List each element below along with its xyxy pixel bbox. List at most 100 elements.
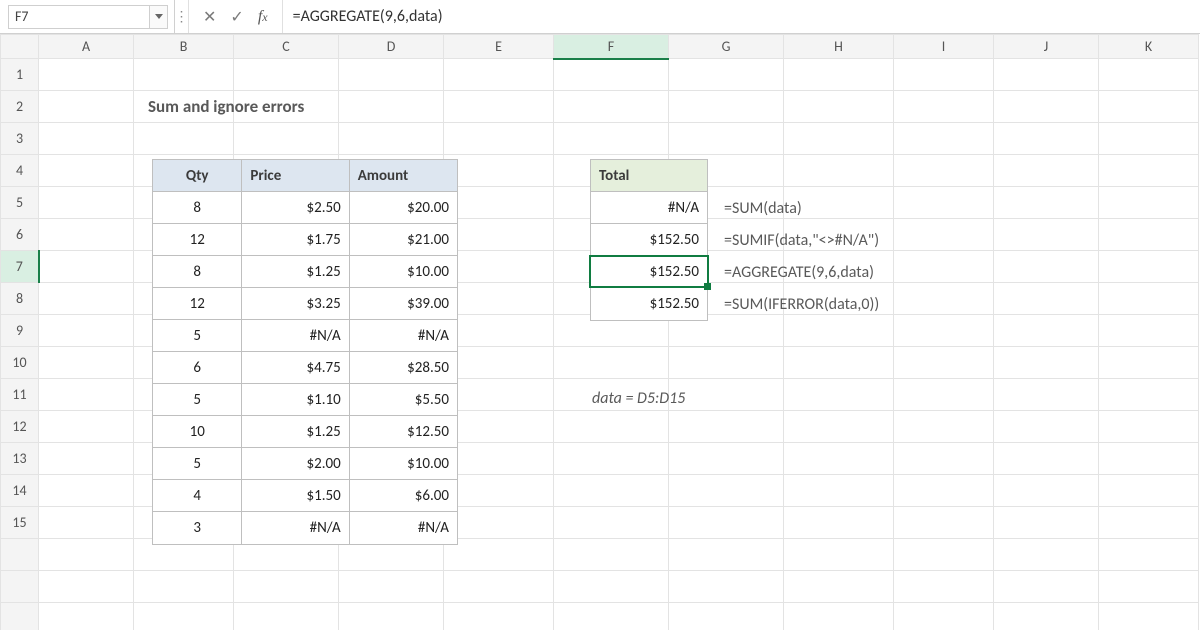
cell-price[interactable]: $2.00 bbox=[242, 448, 349, 480]
table-row[interactable]: 5$2.00$10.00 bbox=[153, 448, 457, 480]
cell-price[interactable]: $1.25 bbox=[242, 256, 349, 288]
col-head-F[interactable]: F bbox=[554, 35, 669, 59]
row-head-4[interactable]: 4 bbox=[1, 155, 39, 187]
table-row[interactable]: 12$1.75$21.00 bbox=[153, 224, 457, 256]
row-head-6[interactable]: 6 bbox=[1, 219, 39, 251]
col-head-B[interactable]: B bbox=[134, 35, 234, 59]
row-head-2[interactable]: 2 bbox=[1, 91, 39, 123]
row-head-3[interactable]: 3 bbox=[1, 123, 39, 155]
cell-amount[interactable]: #N/A bbox=[350, 512, 457, 544]
table-row[interactable]: 8$1.25$10.00 bbox=[153, 256, 457, 288]
cell-amount[interactable]: $5.50 bbox=[350, 384, 457, 416]
cell-price[interactable]: $1.10 bbox=[242, 384, 349, 416]
totals-row[interactable]: $152.50 bbox=[591, 224, 707, 256]
row-head-9[interactable]: 9 bbox=[1, 315, 39, 347]
table-row[interactable]: 6$4.75$28.50 bbox=[153, 352, 457, 384]
table-row[interactable]: 5#N/A#N/A bbox=[153, 320, 457, 352]
sheet-title: Sum and ignore errors bbox=[148, 96, 304, 117]
totals-row[interactable]: $152.50 bbox=[591, 288, 707, 320]
cell-total[interactable]: $152.50 bbox=[591, 224, 707, 256]
col-head-I[interactable]: I bbox=[894, 35, 994, 59]
col-head-A[interactable]: A bbox=[39, 35, 134, 59]
formula-bar: F7 ⋮ ✕ ✓ fx =AGGREGATE(9,6,data) bbox=[0, 0, 1200, 34]
hdr-qty: Qty bbox=[153, 160, 242, 192]
cell-price[interactable]: $1.75 bbox=[242, 224, 349, 256]
cell-qty[interactable]: 8 bbox=[153, 256, 242, 288]
cell-qty[interactable]: 12 bbox=[153, 224, 242, 256]
table-row[interactable]: 3#N/A#N/A bbox=[153, 512, 457, 544]
cell-price[interactable]: $1.50 bbox=[242, 480, 349, 512]
fx-icon[interactable]: fx bbox=[258, 8, 268, 26]
cell-amount[interactable]: $10.00 bbox=[350, 256, 457, 288]
range-note: data = D5:D15 bbox=[592, 389, 685, 408]
hdr-amount: Amount bbox=[350, 160, 457, 192]
row-head-12[interactable]: 12 bbox=[1, 411, 39, 443]
row-head-10[interactable]: 10 bbox=[1, 347, 39, 379]
col-head-G[interactable]: G bbox=[669, 35, 784, 59]
row-head-17[interactable] bbox=[1, 571, 39, 603]
formula-input[interactable]: =AGGREGATE(9,6,data) bbox=[283, 0, 1200, 33]
row-head-8[interactable]: 8 bbox=[1, 283, 39, 315]
row-head-15[interactable]: 15 bbox=[1, 507, 39, 539]
totals-row[interactable]: #N/A bbox=[591, 192, 707, 224]
name-box[interactable]: F7 bbox=[8, 5, 150, 29]
col-head-D[interactable]: D bbox=[339, 35, 444, 59]
name-box-dropdown[interactable] bbox=[150, 5, 168, 29]
col-head-H[interactable]: H bbox=[784, 35, 894, 59]
cell-total[interactable]: $152.50 bbox=[591, 256, 707, 288]
cell-total[interactable]: #N/A bbox=[591, 192, 707, 224]
table-row[interactable]: 4$1.50$6.00 bbox=[153, 480, 457, 512]
cell-price[interactable]: $3.25 bbox=[242, 288, 349, 320]
table-row[interactable]: 12$3.25$39.00 bbox=[153, 288, 457, 320]
cell-qty[interactable]: 12 bbox=[153, 288, 242, 320]
cell-price[interactable]: $2.50 bbox=[242, 192, 349, 224]
cell-amount[interactable]: $39.00 bbox=[350, 288, 457, 320]
col-head-K[interactable]: K bbox=[1099, 35, 1199, 59]
formula-label: =SUM(data) bbox=[724, 192, 879, 224]
cell-amount[interactable]: $6.00 bbox=[350, 480, 457, 512]
cell-price[interactable]: #N/A bbox=[242, 320, 349, 352]
totals-table: Total #N/A$152.50$152.50$152.50 bbox=[590, 159, 708, 321]
table-row[interactable]: 8$2.50$20.00 bbox=[153, 192, 457, 224]
cell-amount[interactable]: $21.00 bbox=[350, 224, 457, 256]
cell-qty[interactable]: 5 bbox=[153, 384, 242, 416]
row-head-11[interactable]: 11 bbox=[1, 379, 39, 411]
table-row[interactable]: 5$1.10$5.50 bbox=[153, 384, 457, 416]
col-head-J[interactable]: J bbox=[994, 35, 1099, 59]
cell-amount[interactable]: $10.00 bbox=[350, 448, 457, 480]
cell-qty[interactable]: 8 bbox=[153, 192, 242, 224]
row-head-16[interactable] bbox=[1, 539, 39, 571]
select-all-corner[interactable] bbox=[1, 35, 39, 59]
cell-qty[interactable]: 5 bbox=[153, 320, 242, 352]
row-head-5[interactable]: 5 bbox=[1, 187, 39, 219]
cell-qty[interactable]: 3 bbox=[153, 512, 242, 544]
cell-amount[interactable]: #N/A bbox=[350, 320, 457, 352]
row-head-7[interactable]: 7 bbox=[1, 251, 39, 283]
formula-label: =SUM(IFERROR(data,0)) bbox=[724, 288, 879, 320]
row-head-1[interactable]: 1 bbox=[1, 59, 39, 91]
cell-amount[interactable]: $12.50 bbox=[350, 416, 457, 448]
totals-row[interactable]: $152.50 bbox=[591, 256, 707, 288]
enter-icon[interactable]: ✓ bbox=[230, 7, 243, 27]
row-head-13[interactable]: 13 bbox=[1, 443, 39, 475]
chevron-down-icon bbox=[155, 14, 163, 19]
cell-price[interactable]: $4.75 bbox=[242, 352, 349, 384]
cell-qty[interactable]: 10 bbox=[153, 416, 242, 448]
col-head-E[interactable]: E bbox=[444, 35, 554, 59]
hdr-price: Price bbox=[242, 160, 349, 192]
col-head-C[interactable]: C bbox=[234, 35, 339, 59]
formula-bar-options[interactable]: ⋮ bbox=[175, 0, 189, 33]
namebox-wrap: F7 bbox=[0, 0, 175, 33]
cell-qty[interactable]: 5 bbox=[153, 448, 242, 480]
table-row[interactable]: 10$1.25$12.50 bbox=[153, 416, 457, 448]
row-head-14[interactable]: 14 bbox=[1, 475, 39, 507]
cancel-icon[interactable]: ✕ bbox=[203, 7, 216, 27]
row-head-18[interactable] bbox=[1, 603, 39, 630]
cell-amount[interactable]: $20.00 bbox=[350, 192, 457, 224]
cell-price[interactable]: #N/A bbox=[242, 512, 349, 544]
cell-total[interactable]: $152.50 bbox=[591, 288, 707, 320]
cell-qty[interactable]: 4 bbox=[153, 480, 242, 512]
cell-amount[interactable]: $28.50 bbox=[350, 352, 457, 384]
cell-price[interactable]: $1.25 bbox=[242, 416, 349, 448]
cell-qty[interactable]: 6 bbox=[153, 352, 242, 384]
